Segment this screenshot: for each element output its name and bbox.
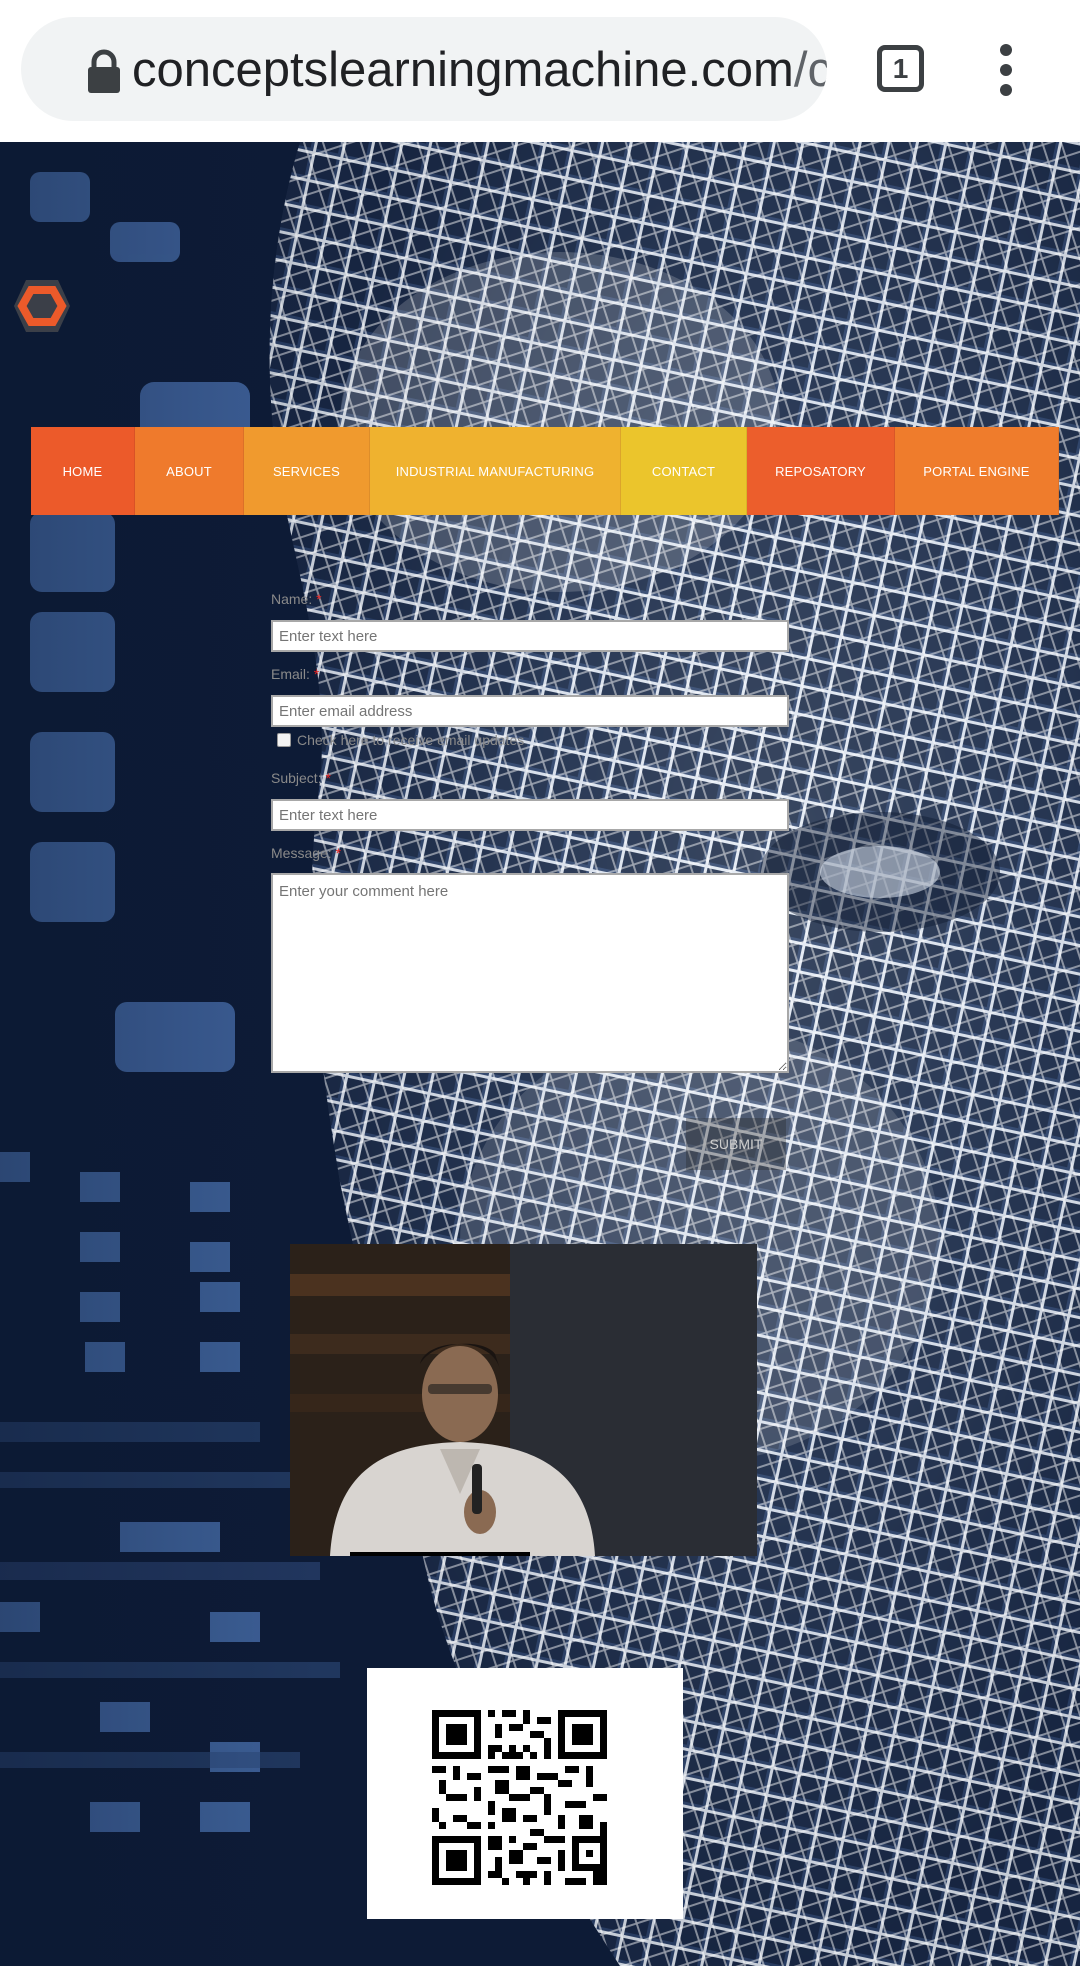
- nav-item-label: REPOSATORY: [775, 463, 866, 479]
- nav-item-portal-engine[interactable]: PORTAL ENGINE: [895, 427, 1059, 515]
- page-content: HOME ABOUT SERVICES INDUSTRIAL MANUFACTU…: [0, 142, 1080, 1966]
- tab-count: 1: [892, 53, 909, 84]
- name-input[interactable]: [271, 620, 789, 652]
- nav-item-about[interactable]: ABOUT: [135, 427, 244, 515]
- subject-label: Subject: *: [271, 770, 331, 786]
- nav-item-services[interactable]: SERVICES: [244, 427, 370, 515]
- tabs-icon[interactable]: 1: [877, 45, 924, 92]
- email-input[interactable]: [271, 695, 789, 727]
- site-logo-icon[interactable]: [12, 278, 72, 334]
- email-updates-row: Check here to receive email updates: [277, 732, 524, 748]
- required-mark: *: [313, 666, 320, 682]
- nav-item-home[interactable]: HOME: [31, 427, 135, 515]
- nav-item-label: CONTACT: [651, 463, 716, 479]
- email-updates-label: Check here to receive email updates: [297, 732, 525, 748]
- nav-item-repository[interactable]: REPOSATORY: [747, 427, 895, 515]
- nav-item-industrial-manufacturing[interactable]: INDUSTRIAL MANUFACTURING: [370, 427, 621, 515]
- overflow-menu-icon[interactable]: [990, 44, 1022, 96]
- nav-item-label: INDUSTRIAL MANUFACTURING: [395, 463, 595, 479]
- video-thumbnail[interactable]: [290, 1244, 757, 1556]
- browser-toolbar: conceptslearningmachine.com/c 1: [0, 0, 1080, 142]
- name-label: Name: *: [271, 591, 322, 607]
- nav-item-label: PORTAL ENGINE: [923, 463, 1030, 479]
- required-mark: *: [335, 845, 342, 861]
- email-updates-checkbox[interactable]: [277, 733, 291, 747]
- qr-code-card: [367, 1668, 683, 1919]
- nav-item-label: HOME: [62, 463, 103, 479]
- submit-button[interactable]: SUBMIT: [686, 1118, 786, 1170]
- url-domain: conceptslearningmachine.com: [132, 43, 794, 97]
- message-textarea[interactable]: [271, 873, 789, 1073]
- nav-item-contact[interactable]: CONTACT: [621, 427, 747, 515]
- nav-item-label: SERVICES: [272, 463, 341, 479]
- required-mark: *: [316, 591, 322, 607]
- message-label: Message: *: [271, 845, 342, 861]
- address-bar[interactable]: conceptslearningmachine.com/c: [21, 17, 827, 121]
- lock-icon: [88, 49, 120, 93]
- required-mark: *: [325, 770, 331, 786]
- email-label: Email: *: [271, 666, 320, 682]
- qr-code-icon: [432, 1710, 607, 1885]
- url-path: /c: [793, 43, 827, 97]
- url-text[interactable]: conceptslearningmachine.com/c: [132, 43, 827, 97]
- subject-input[interactable]: [271, 799, 789, 831]
- main-nav: HOME ABOUT SERVICES INDUSTRIAL MANUFACTU…: [31, 427, 1059, 515]
- nav-item-label: ABOUT: [166, 463, 212, 479]
